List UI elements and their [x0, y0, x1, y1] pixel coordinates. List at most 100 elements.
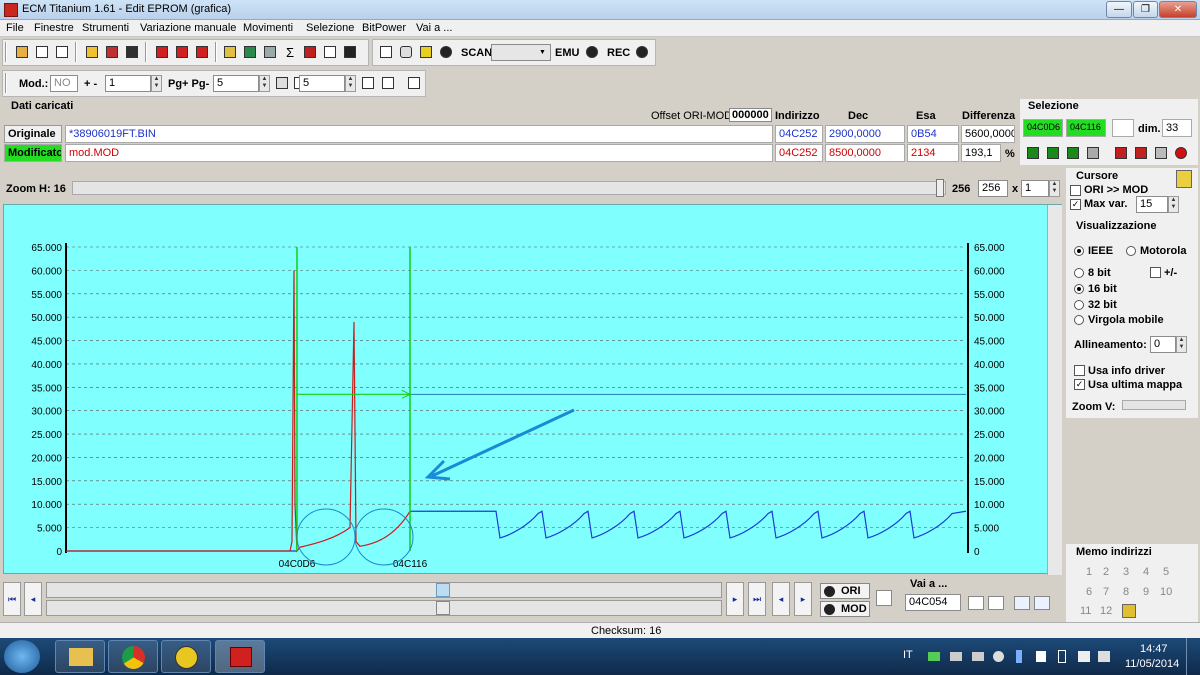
motorola-radio[interactable] [1126, 246, 1136, 256]
step-field[interactable]: 1 [105, 75, 151, 92]
first-page-icon[interactable]: ⏮ [3, 582, 21, 616]
tray-usb-icon[interactable] [972, 652, 984, 661]
sel-start[interactable]: 04C0D6 [1023, 119, 1063, 137]
tray-network-icon[interactable] [928, 652, 940, 661]
ultima-mappa-check[interactable]: ✓ [1074, 379, 1085, 390]
minimize-button[interactable]: — [1106, 1, 1132, 18]
rec-label[interactable]: REC [607, 47, 630, 59]
rec-record-icon[interactable] [633, 43, 651, 61]
lock-icon[interactable] [397, 43, 415, 61]
record-icon[interactable] [437, 43, 455, 61]
bluetooth-icon[interactable] [1016, 650, 1022, 663]
step-spinner[interactable]: ▲ ▼ [151, 75, 162, 92]
menu-finestre[interactable]: Finestre [34, 22, 74, 34]
sel-left-icon[interactable] [1024, 144, 1042, 162]
prev-icon[interactable]: ◂ [24, 582, 42, 616]
next-icon[interactable]: ▸ [726, 582, 744, 616]
memo-item[interactable]: 9 [1143, 586, 1149, 598]
sel-blank[interactable] [1112, 119, 1134, 137]
ecm-titanium-icon[interactable] [215, 640, 265, 673]
memo-lock-icon[interactable] [1122, 604, 1136, 618]
battery-icon[interactable] [241, 43, 259, 61]
sum-icon[interactable]: Σ [281, 43, 299, 61]
chevron-down-icon[interactable]: ▼ [539, 49, 546, 56]
memo-item[interactable]: 7 [1103, 586, 1109, 598]
emu-record-icon[interactable] [583, 43, 601, 61]
h-icon[interactable] [379, 74, 397, 92]
run-icon[interactable] [417, 43, 435, 61]
zoom-field[interactable]: 256 [978, 180, 1008, 197]
zoom-h-thumb[interactable] [936, 179, 944, 197]
start-button[interactable] [4, 640, 40, 673]
hscroll-top-thumb[interactable] [436, 583, 450, 597]
prev-diff-icon[interactable]: ◂ [772, 582, 790, 616]
smile-app-icon[interactable] [161, 640, 211, 673]
sel-gray-icon[interactable] [1084, 144, 1102, 162]
pg-field[interactable]: 5 [213, 75, 259, 92]
next-diff-icon[interactable]: ▸ [794, 582, 812, 616]
tray-record-icon[interactable] [993, 651, 1004, 662]
memo-item[interactable]: 1 [1086, 566, 1092, 578]
lock-icon[interactable] [1176, 170, 1192, 188]
graph-icon[interactable] [321, 43, 339, 61]
sel-h-icon[interactable] [1064, 144, 1082, 162]
flag-icon[interactable] [1036, 651, 1046, 662]
zoom-spinner[interactable]: ▲ ▼ [1049, 180, 1060, 197]
16bit-radio[interactable] [1074, 284, 1084, 294]
print-icon[interactable] [273, 74, 291, 92]
ori-button[interactable]: ORI [820, 583, 870, 599]
mod-button[interactable]: MOD [820, 601, 870, 617]
ori-mod-check[interactable] [1070, 185, 1081, 196]
info-driver-check[interactable] [1074, 365, 1085, 376]
compare-icon[interactable] [173, 43, 191, 61]
explorer-icon[interactable] [55, 640, 105, 673]
p-spinner[interactable]: ▲ ▼ [345, 75, 356, 92]
memo-item[interactable]: 2 [1103, 566, 1109, 578]
menu-vai[interactable]: Vai a ... [416, 22, 452, 34]
flag-icon[interactable] [301, 43, 319, 61]
memo-item[interactable]: 4 [1143, 566, 1149, 578]
zoom-mult[interactable]: 1 [1021, 180, 1049, 197]
goto-icon[interactable] [968, 596, 984, 610]
sel-end[interactable]: 04C116 [1066, 119, 1106, 137]
menu-bitpower[interactable]: BitPower [362, 22, 406, 34]
sel-copy-icon[interactable] [1112, 144, 1130, 162]
windows-icon[interactable] [33, 43, 51, 61]
allin-spinner[interactable]: ▲ ▼ [1176, 336, 1187, 353]
memo-item[interactable]: 11 [1080, 605, 1091, 617]
memo-item[interactable]: 8 [1123, 586, 1129, 598]
swap-icon[interactable] [876, 590, 892, 606]
dim-field[interactable]: 33 [1162, 119, 1192, 137]
volume-icon[interactable] [1098, 651, 1110, 662]
checklist-icon[interactable] [153, 43, 171, 61]
maxvar-field[interactable]: 15 [1136, 196, 1168, 213]
last-page-icon[interactable]: ⏭ [748, 582, 766, 616]
memo-item[interactable]: 6 [1086, 586, 1092, 598]
menu-strumenti[interactable]: Strumenti [82, 22, 129, 34]
maxvar-spinner[interactable]: ▲ ▼ [1168, 196, 1179, 213]
close-button[interactable]: ✕ [1159, 1, 1197, 18]
menu-file[interactable]: File [6, 22, 24, 34]
maxvar-check[interactable]: ✓ [1070, 199, 1081, 210]
emu-label[interactable]: EMU [555, 47, 579, 59]
signal-icon[interactable] [1078, 651, 1090, 662]
lang-indicator[interactable]: IT [903, 649, 913, 661]
allin-field[interactable]: 0 [1150, 336, 1176, 353]
save-as-icon[interactable] [123, 43, 141, 61]
menu-selezione[interactable]: Selezione [306, 22, 354, 34]
ieee-radio[interactable] [1074, 246, 1084, 256]
memo-item[interactable]: 3 [1123, 566, 1129, 578]
chart-area[interactable]: 0 0 5.000 5.000 10.000 10.000 15.000 15.000 20.0… [3, 204, 1062, 575]
maximize-button[interactable]: ❐ [1133, 1, 1158, 18]
originale-button[interactable]: Originale [4, 125, 62, 143]
save-icon[interactable] [103, 43, 121, 61]
chart-vscroll[interactable] [1047, 205, 1062, 575]
virgola-radio[interactable] [1074, 315, 1084, 325]
u-icon[interactable] [405, 74, 423, 92]
clock-date[interactable]: 11/05/2014 [1125, 658, 1179, 670]
zoomv-slider[interactable] [1122, 400, 1186, 410]
columns-icon[interactable] [53, 43, 71, 61]
pg-spinner[interactable]: ▲ ▼ [259, 75, 270, 92]
hscroll-top[interactable] [46, 582, 722, 598]
hscroll-bottom[interactable] [46, 600, 722, 616]
